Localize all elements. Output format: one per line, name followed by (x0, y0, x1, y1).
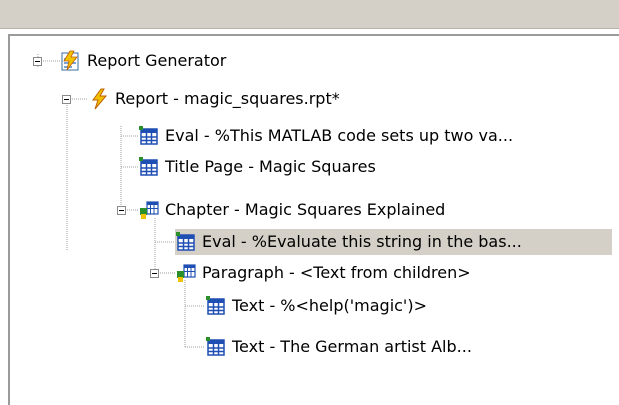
tree-node-eval-evaluate[interactable]: Eval - %Evaluate this string in the bas.… (175, 229, 612, 255)
tree-node-label: Chapter - Magic Squares Explained (165, 200, 446, 219)
tree-node-report-generator[interactable]: Report Generator (60, 48, 229, 74)
table-icon (138, 125, 160, 147)
tree-node-label: Report - magic_squares.rpt* (115, 89, 340, 108)
tree-node-paragraph[interactable]: Paragraph - <Text from children> (175, 260, 474, 286)
tree-node-eval-matlab[interactable]: Eval - %This MATLAB code sets up two va.… (138, 123, 516, 149)
tree-node-label: Report Generator (87, 51, 227, 70)
collapse-report-icon[interactable] (62, 95, 71, 104)
tree-node-title-page[interactable]: Title Page - Magic Squares (138, 154, 379, 180)
outline-pane-left-border (8, 34, 10, 405)
component-group-icon (175, 262, 197, 284)
tree-node-text-german-artist[interactable]: Text - The German artist Alb... (205, 334, 475, 360)
table-icon (205, 295, 227, 317)
table-icon (205, 336, 227, 358)
collapse-chapter-icon[interactable] (117, 206, 126, 215)
tree-node-text-help[interactable]: Text - %<help('magic')> (205, 293, 430, 319)
collapse-paragraph-icon[interactable] (150, 269, 159, 278)
tree-node-report[interactable]: Report - magic_squares.rpt* (88, 86, 343, 112)
table-icon (175, 231, 197, 253)
tree-node-label: Text - The German artist Alb... (232, 337, 472, 356)
component-group-icon (138, 199, 160, 221)
tree-node-label: Title Page - Magic Squares (165, 157, 376, 176)
outline-pane-top-border (8, 34, 619, 36)
tree-node-label: Text - %<help('magic')> (232, 296, 427, 315)
toolbar-strip (0, 0, 619, 29)
lightning-icon (88, 88, 110, 110)
table-icon (138, 156, 160, 178)
tree-node-label: Eval - %Evaluate this string in the bas.… (202, 232, 522, 251)
collapse-report-generator-icon[interactable] (33, 57, 42, 66)
tree-node-label: Eval - %This MATLAB code sets up two va.… (165, 126, 514, 145)
tree-node-label: Paragraph - <Text from children> (202, 263, 471, 282)
report-generator-icon (60, 50, 82, 72)
tree-node-chapter[interactable]: Chapter - Magic Squares Explained (138, 197, 448, 223)
